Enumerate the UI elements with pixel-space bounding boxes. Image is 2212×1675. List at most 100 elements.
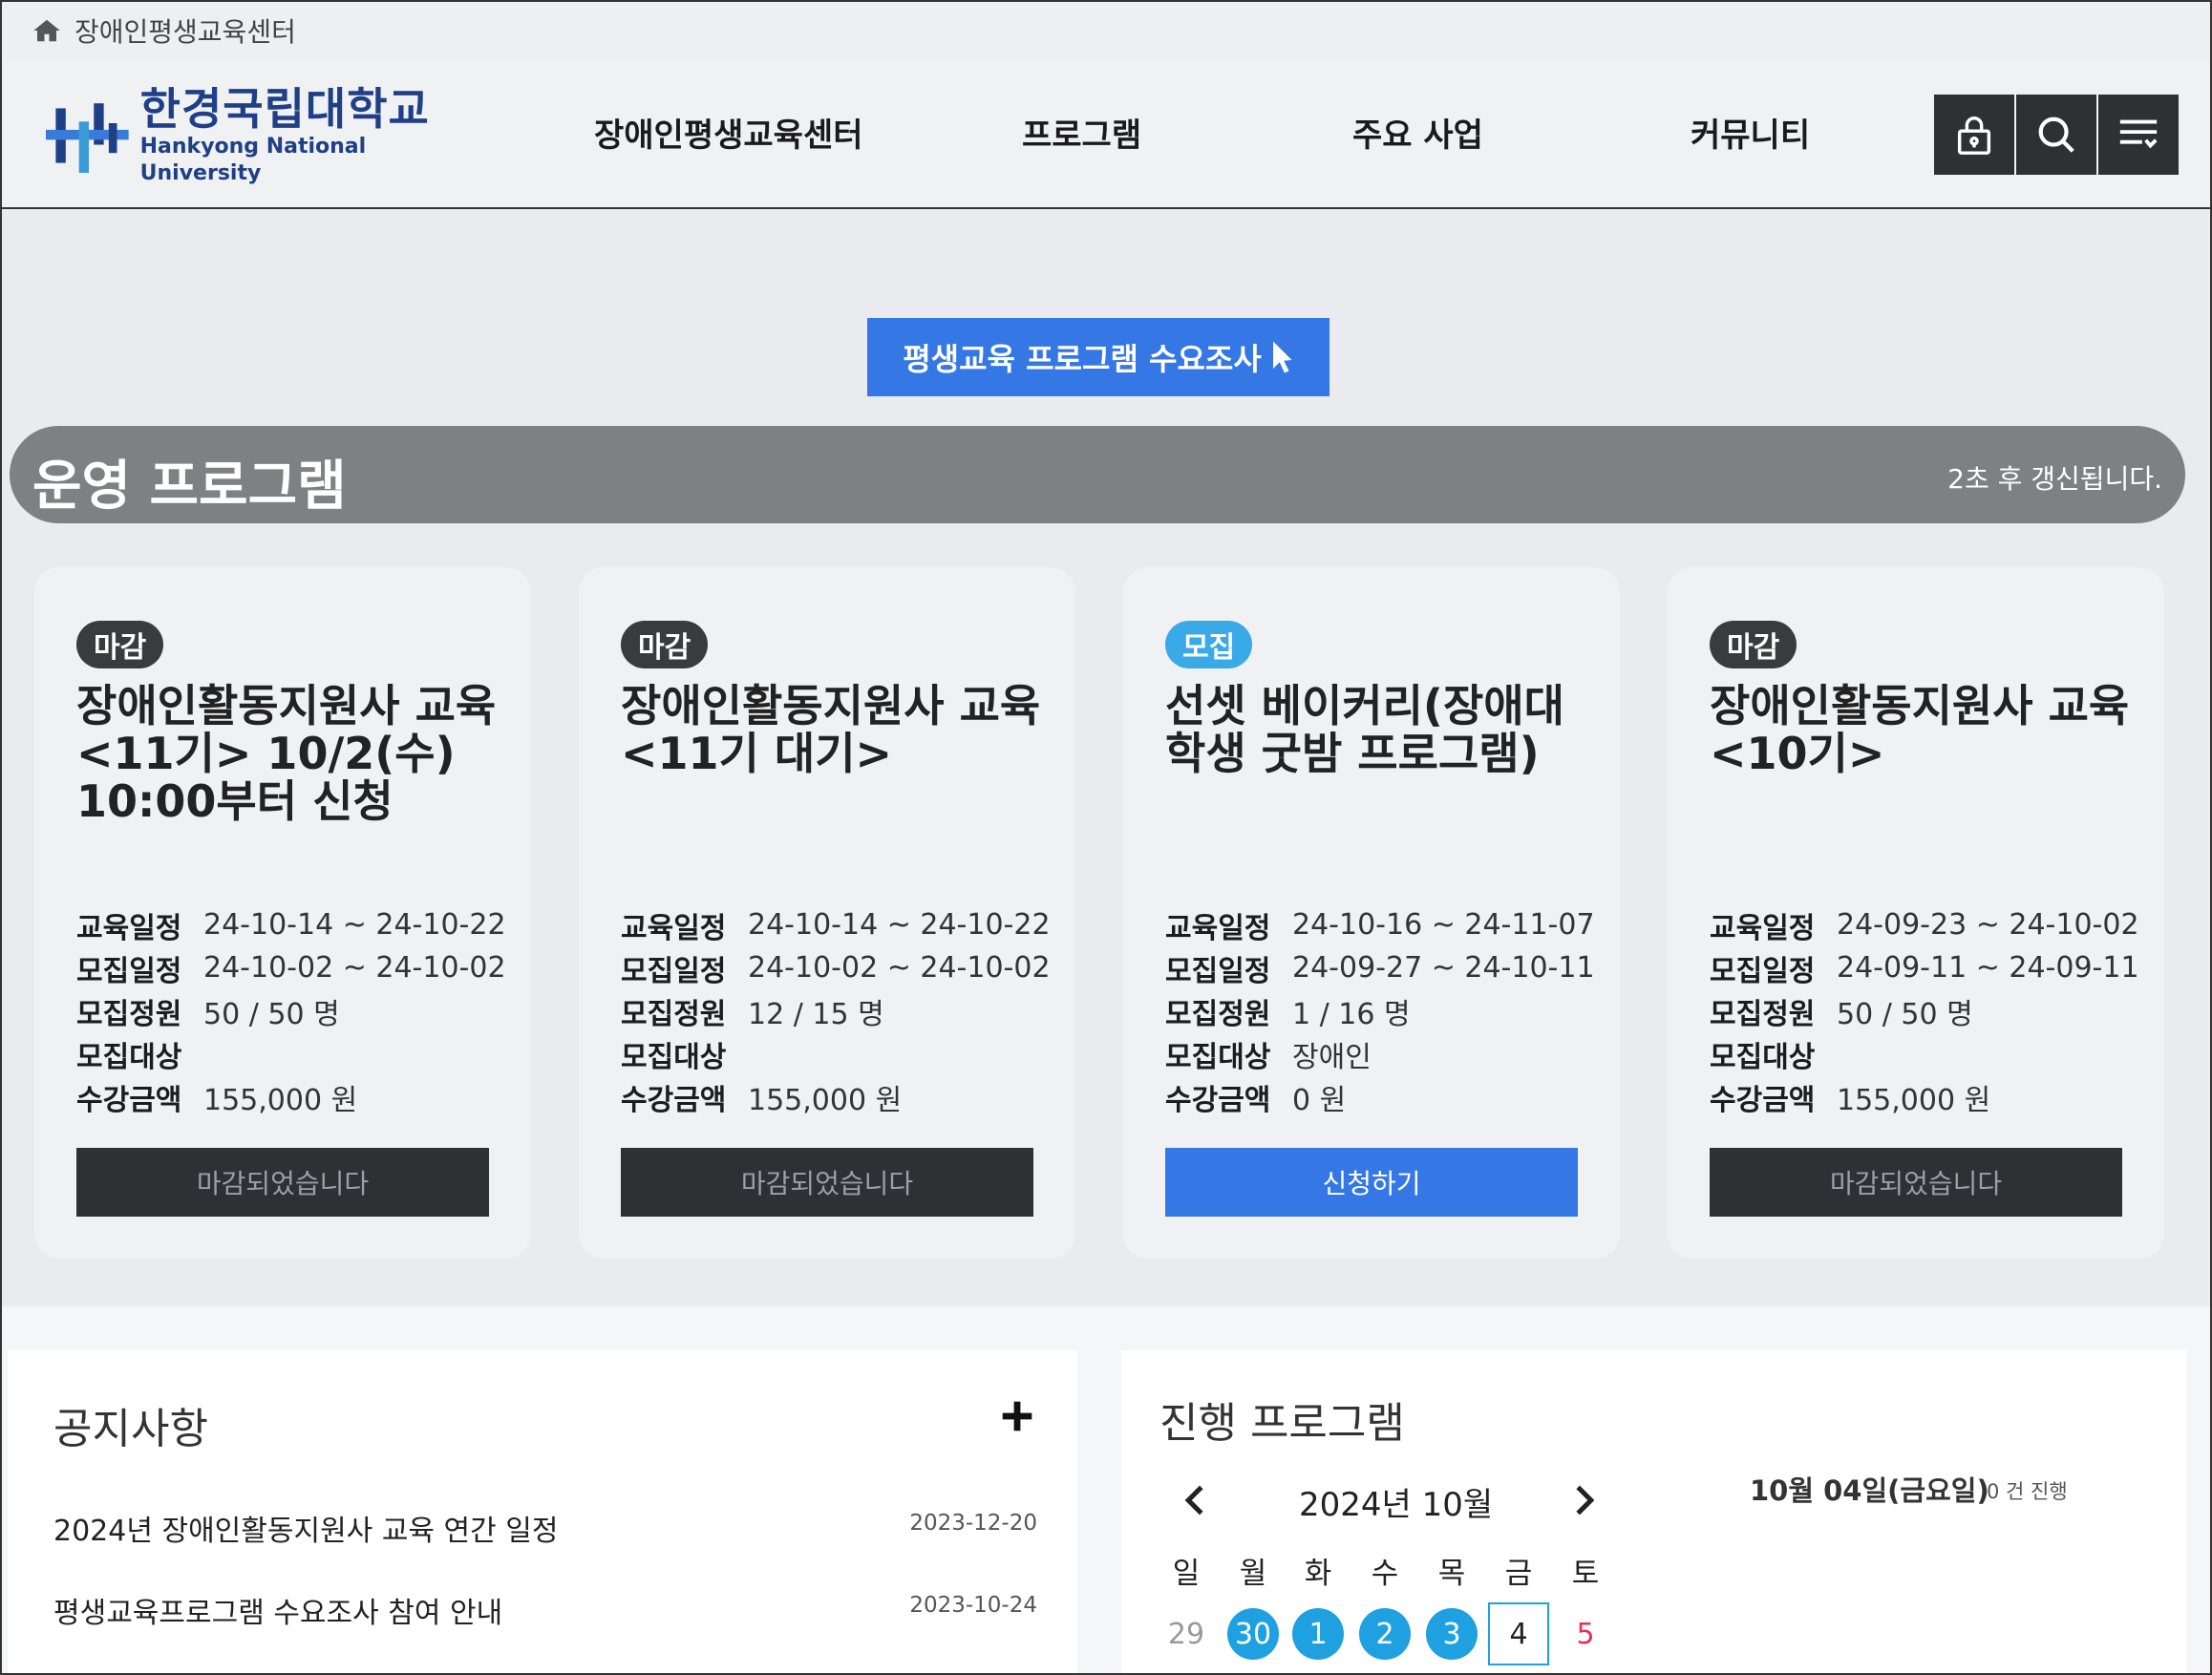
program-title[interactable]: 장애인활동지원사 교육 <11기 대기> [621, 682, 1051, 777]
target-label: 모집대상 [1165, 1040, 1271, 1074]
status-badge: 모집 [1165, 621, 1253, 668]
edu-period-label: 교육일정 [76, 911, 182, 945]
search-button[interactable] [2016, 95, 2096, 175]
site-header: 한경국립대학교 Hankyong National University 장애인… [0, 61, 2212, 209]
calendar-month: 2024년 10월 [1299, 1486, 1494, 1524]
recruit-period-value: 24-09-11 ~ 24-09-11 [1837, 951, 2139, 985]
lock-icon [1957, 117, 1991, 155]
capacity-label: 모집정원 [1165, 997, 1271, 1031]
notice-title: 공지사항 [53, 1405, 208, 1453]
closed-button[interactable]: 마감되었습니다 [76, 1148, 489, 1217]
edu-period-label: 교육일정 [1710, 911, 1816, 945]
closed-button[interactable]: 마감되었습니다 [1710, 1148, 2122, 1217]
chevron-left-icon[interactable] [1180, 1484, 1209, 1516]
edu-period-label: 교육일정 [1165, 911, 1271, 945]
program-card[interactable]: 마감 장애인활동지원사 교육 <10기> 교육일정 24-09-23 ~ 24-1… [1668, 567, 2164, 1259]
cursor-icon [1272, 341, 1292, 373]
search-icon [2038, 117, 2074, 153]
chevron-right-icon[interactable] [1570, 1484, 1599, 1516]
target-label: 모집대상 [1710, 1040, 1816, 1074]
status-badge: 마감 [621, 621, 709, 668]
weekday-label: 금 [1504, 1557, 1533, 1591]
calendar-day-today[interactable]: 4 [1488, 1602, 1549, 1665]
program-card[interactable]: 마감 장애인활동지원사 교육 <11기> 10/2(수) 10:00부터 신청 … [34, 567, 531, 1259]
recruit-period-label: 모집일정 [76, 954, 182, 988]
notice-item-date: 2023-12-20 [909, 1511, 1037, 1536]
top-bar: 장애인평생교육센터 [0, 0, 2212, 61]
edu-period-label: 교육일정 [621, 911, 727, 945]
survey-button[interactable]: 평생교육 프로그램 수요조사 [867, 318, 1329, 396]
calendar-day[interactable]: 1 [1292, 1608, 1344, 1660]
selected-date: 10월 04일(금요일) [1750, 1474, 1989, 1507]
calendar-day[interactable]: 30 [1227, 1608, 1279, 1660]
topbar-title[interactable]: 장애인평생교육센터 [74, 11, 296, 50]
notice-item-title[interactable]: 2024년 장애인활동지원사 교육 연간 일정 [53, 1507, 559, 1549]
weekday-label: 목 [1437, 1557, 1466, 1591]
calendar-day[interactable]: 5 [1560, 1608, 1611, 1660]
recruit-period-value: 24-10-02 ~ 24-10-02 [748, 951, 1051, 985]
fee-value: 0 원 [1292, 1083, 1347, 1117]
capacity-value: 50 / 50 명 [203, 997, 340, 1031]
apply-button[interactable]: 신청하기 [1165, 1148, 1578, 1217]
target-label: 모집대상 [76, 1040, 182, 1074]
capacity-label: 모집정원 [1710, 997, 1816, 1031]
program-calendar-title: 진행 프로그램 [1159, 1399, 1405, 1448]
capacity-value: 1 / 16 명 [1292, 997, 1411, 1031]
capacity-label: 모집정원 [76, 997, 182, 1031]
capacity-label: 모집정원 [621, 997, 727, 1031]
fee-label: 수강금액 [1165, 1083, 1271, 1117]
fee-value: 155,000 원 [203, 1083, 358, 1117]
university-logo[interactable]: 한경국립대학교 Hankyong National University [46, 84, 447, 185]
program-section-header: 운영 프로그램 2초 후 갱신됩니다. [10, 426, 2185, 523]
recruit-period-label: 모집일정 [1165, 954, 1271, 988]
nav-item-business[interactable]: 주요 사업 [1352, 109, 1483, 156]
refresh-notice: 2초 후 갱신됩니다. [1947, 463, 2162, 495]
status-badge: 마감 [1710, 621, 1797, 668]
nav-item-center[interactable]: 장애인평생교육센터 [594, 109, 863, 156]
program-card[interactable]: 마감 장애인활동지원사 교육 <11기 대기> 교육일정 24-10-14 ~ 2… [579, 567, 1075, 1259]
home-icon[interactable] [32, 18, 61, 43]
calendar-day[interactable]: 2 [1359, 1608, 1411, 1660]
recruit-period-label: 모집일정 [621, 954, 727, 988]
fee-value: 155,000 원 [1837, 1083, 1991, 1117]
target-value: 장애인 [1292, 1040, 1372, 1074]
calendar-day[interactable]: 29 [1160, 1608, 1212, 1660]
plus-icon[interactable] [1001, 1400, 1033, 1432]
edu-period-value: 24-10-14 ~ 24-10-22 [748, 908, 1051, 942]
program-info: 교육일정 24-10-14 ~ 24-10-22 모집일정 24-10-02 ~ 2… [621, 903, 1051, 1118]
weekday-label: 수 [1371, 1557, 1399, 1591]
fee-value: 155,000 원 [748, 1083, 903, 1117]
logo-english-text: Hankyong National University [139, 135, 367, 185]
selected-date-count: 0 건 진행 [1987, 1480, 2068, 1503]
menu-icon [2119, 119, 2158, 149]
status-badge: 마감 [76, 621, 164, 668]
closed-button[interactable]: 마감되었습니다 [621, 1148, 1033, 1217]
notice-item[interactable]: 평생교육프로그램 수요조사 참여 안내 2023-10-24 [53, 1589, 1037, 1630]
notice-panel: 공지사항 2024년 장애인활동지원사 교육 연간 일정 2023-12-20 … [8, 1350, 1077, 1675]
program-info: 교육일정 24-09-23 ~ 24-10-02 모집일정 24-09-11 ~ 2… [1710, 903, 2139, 1118]
program-title[interactable]: 장애인활동지원사 교육 <11기> 10/2(수) 10:00부터 신청 [76, 682, 506, 825]
fee-label: 수강금액 [621, 1083, 727, 1117]
nav-item-program[interactable]: 프로그램 [1022, 109, 1141, 156]
capacity-value: 12 / 15 명 [748, 997, 884, 1031]
program-title[interactable]: 선셋 베이커리(장애대학생 굿밤 프로그램) [1165, 682, 1595, 777]
logo-mark-icon [46, 103, 129, 173]
program-calendar-panel: 진행 프로그램 2024년 10월 일 월 화 수 목 금 토 29 30 1 … [1121, 1350, 2187, 1675]
notice-item-date: 2023-10-24 [909, 1593, 1037, 1618]
edu-period-value: 24-09-23 ~ 24-10-02 [1837, 908, 2139, 942]
fee-label: 수강금액 [1710, 1083, 1816, 1117]
program-card[interactable]: 모집 선셋 베이커리(장애대학생 굿밤 프로그램) 교육일정 24-10-16 ~… [1123, 567, 1620, 1259]
menu-button[interactable] [2098, 95, 2179, 175]
notice-item[interactable]: 2024년 장애인활동지원사 교육 연간 일정 2023-12-20 [53, 1507, 1037, 1548]
weekday-label: 토 [1571, 1557, 1600, 1591]
recruit-period-value: 24-09-27 ~ 24-10-11 [1292, 951, 1595, 985]
notice-item-title[interactable]: 평생교육프로그램 수요조사 참여 안내 [53, 1589, 502, 1631]
program-title[interactable]: 장애인활동지원사 교육 <10기> [1710, 682, 2139, 777]
weekday-label: 일 [1172, 1557, 1201, 1591]
login-button[interactable] [1934, 95, 2014, 175]
recruit-period-value: 24-10-02 ~ 24-10-02 [203, 951, 506, 985]
nav-item-community[interactable]: 커뮤니티 [1691, 109, 1810, 156]
section-title: 운영 프로그램 [32, 456, 347, 518]
capacity-value: 50 / 50 명 [1837, 997, 1973, 1031]
calendar-day[interactable]: 3 [1426, 1608, 1478, 1660]
